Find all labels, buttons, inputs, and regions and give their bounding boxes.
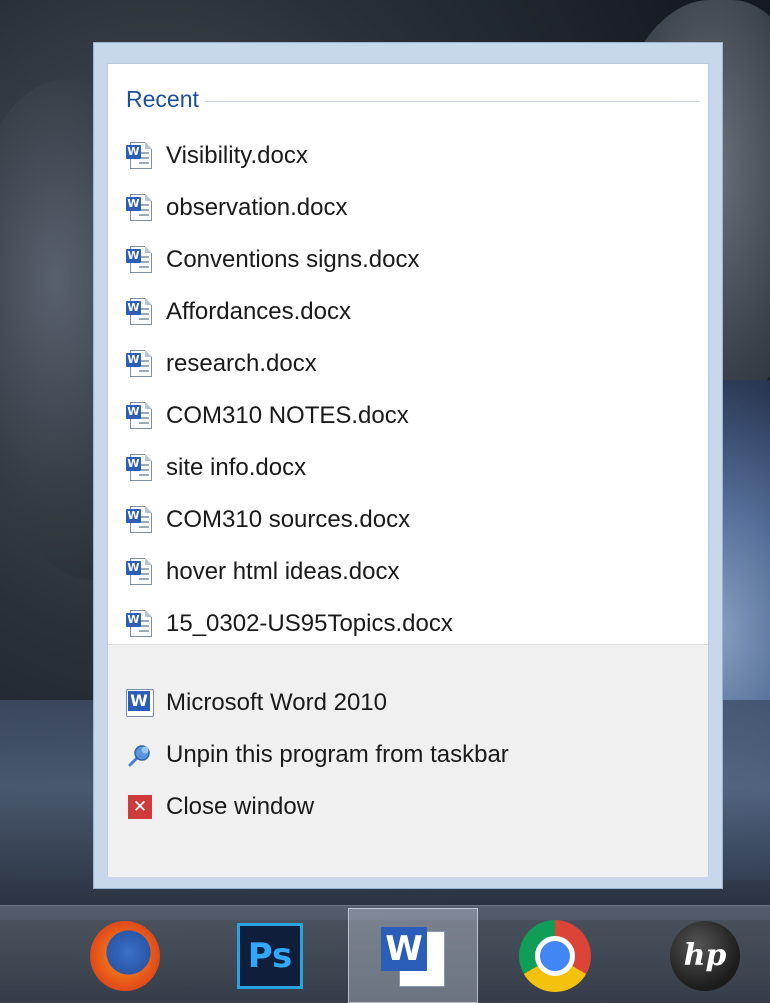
recent-document-label: Visibility.docx	[166, 142, 308, 169]
task-label: Microsoft Word 2010	[166, 689, 387, 716]
recent-header-label: Recent	[126, 85, 199, 112]
close-icon: ✕	[128, 795, 152, 819]
recent-document-label: hover html ideas.docx	[166, 558, 400, 585]
word-document-icon: W	[126, 505, 154, 535]
word-document-icon: W	[126, 141, 154, 171]
photoshop-icon: Ps	[237, 922, 303, 989]
recent-document-item[interactable]: W Affordances.docx	[126, 286, 686, 338]
recent-document-label: Conventions signs.docx	[166, 246, 420, 273]
recent-document-item[interactable]: Wresearch.docx	[126, 338, 686, 390]
taskbar: Ps W hp	[0, 905, 770, 1003]
recent-document-item[interactable]: W Visibility.docx	[126, 130, 686, 182]
recent-document-label: observation.docx	[166, 194, 348, 221]
word-document-icon: W	[126, 193, 154, 223]
microsoft-word-icon: W	[126, 689, 154, 717]
hp-icon: hp	[670, 920, 740, 991]
recent-list: W Visibility.docx Wobservation.docx W Conven…	[126, 130, 686, 650]
tasks-section: W Microsoft Word 2010 Unpin this program…	[108, 644, 708, 877]
close-window-task[interactable]: ✕ Close window	[126, 781, 509, 833]
word-document-icon: W	[126, 453, 154, 483]
word-document-icon: W	[126, 557, 154, 587]
recent-document-item[interactable]: W 15_0302-US95Topics.docx	[126, 598, 686, 650]
task-label: Unpin this program from taskbar	[166, 741, 509, 768]
open-word-task[interactable]: W Microsoft Word 2010	[126, 677, 509, 729]
word-document-icon: W	[126, 297, 154, 327]
jump-list-panel: Recent W Visibility.docx Wobservation.docx…	[107, 63, 709, 877]
taskbar-word-button[interactable]: W	[348, 908, 478, 1003]
recent-document-item[interactable]: W COM310 NOTES.docx	[126, 390, 686, 442]
recent-document-item[interactable]: Wobservation.docx	[126, 182, 686, 234]
unpin-icon	[126, 741, 154, 769]
recent-document-label: 15_0302-US95Topics.docx	[166, 610, 453, 637]
task-list: W Microsoft Word 2010 Unpin this program…	[126, 677, 509, 833]
task-label: Close window	[166, 793, 315, 820]
recent-document-label: research.docx	[166, 350, 317, 377]
recent-header: Recent	[126, 84, 700, 114]
word-document-icon: W	[126, 349, 154, 379]
header-divider	[204, 100, 700, 102]
unpin-task[interactable]: Unpin this program from taskbar	[126, 729, 509, 781]
recent-document-item[interactable]: W COM310 sources.docx	[126, 494, 686, 546]
taskbar-photoshop-button[interactable]: Ps	[205, 908, 335, 1003]
recent-section: Recent W Visibility.docx Wobservation.docx…	[108, 64, 708, 644]
recent-document-item[interactable]: Whover html ideas.docx	[126, 546, 686, 598]
recent-document-label: site info.docx	[166, 454, 307, 481]
jump-list-menu: Recent W Visibility.docx Wobservation.docx…	[93, 42, 723, 889]
taskbar-firefox-button[interactable]	[60, 908, 190, 1003]
word-document-icon: W	[126, 609, 154, 639]
taskbar-chrome-button[interactable]	[490, 908, 620, 1003]
recent-document-item[interactable]: Wsite info.docx	[126, 442, 686, 494]
word-document-icon: W	[126, 401, 154, 431]
firefox-icon	[90, 920, 160, 991]
recent-document-label: COM310 sources.docx	[166, 506, 411, 533]
recent-document-label: COM310 NOTES.docx	[166, 402, 409, 429]
recent-document-item[interactable]: W Conventions signs.docx	[126, 234, 686, 286]
word-document-icon: W	[126, 245, 154, 275]
recent-document-label: Affordances.docx	[166, 298, 352, 325]
taskbar-hp-button[interactable]: hp	[640, 908, 770, 1003]
microsoft-word-icon: W	[377, 923, 449, 989]
chrome-icon	[519, 919, 591, 992]
